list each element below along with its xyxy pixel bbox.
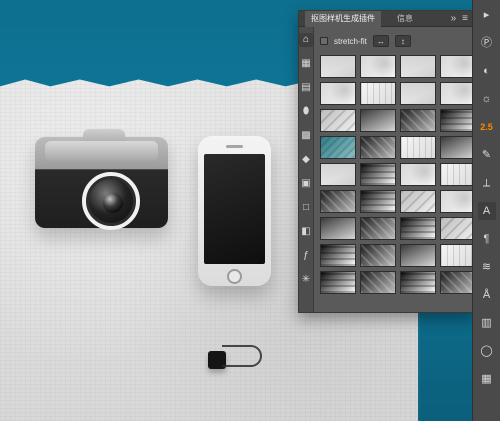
- thumbnail[interactable]: [440, 217, 472, 240]
- checker-icon[interactable]: ▩: [299, 129, 313, 143]
- pilcrow-icon[interactable]: ¶: [478, 230, 496, 248]
- app-window: 抠图样机生成插件 信息 » ≡ ⌂ ▦ ▤ ⬮ ▩ ◆ ▣ □ ◧ ƒ ✳ st…: [0, 0, 500, 421]
- thumbnail[interactable]: [400, 244, 436, 267]
- thumbnail[interactable]: [440, 136, 472, 159]
- collapse-icon[interactable]: »: [451, 13, 457, 24]
- right-toolbar: ▸ Ⓟ ◐ ☼ 2.5 ✎ ⟂ A ¶ ≋ Å ▥ ◯ ▦: [472, 0, 500, 421]
- thumbnail[interactable]: [360, 244, 396, 267]
- panel-toolbar: stretch-fit ↔ ↕: [320, 33, 472, 49]
- document-icon[interactable]: ▤: [299, 81, 313, 95]
- thumbnail[interactable]: [400, 82, 436, 105]
- thumbnail[interactable]: [440, 163, 472, 186]
- stretch-fit-checkbox[interactable]: [320, 37, 328, 45]
- thumbnail[interactable]: [320, 271, 356, 294]
- thumbnail[interactable]: [360, 136, 396, 159]
- thumbnail[interactable]: [400, 109, 436, 132]
- layer-comp-icon[interactable]: ▥: [478, 314, 496, 332]
- thumbnail[interactable]: [320, 190, 356, 213]
- cube-icon[interactable]: ◧: [299, 225, 313, 239]
- panel-content: stretch-fit ↔ ↕: [314, 27, 472, 312]
- camera-object: [35, 129, 168, 230]
- panel-inner: ⌂ ▦ ▤ ⬮ ▩ ◆ ▣ □ ◧ ƒ ✳ stretch-fit ↔ ↕: [299, 27, 472, 312]
- collapse-icon[interactable]: ▸: [478, 6, 496, 24]
- tab-plugin[interactable]: 抠图样机生成插件: [305, 10, 381, 27]
- thumbnail[interactable]: [320, 244, 356, 267]
- thumbnail[interactable]: [360, 82, 396, 105]
- swatches-icon[interactable]: ▦: [478, 370, 496, 388]
- thumbnail[interactable]: [320, 163, 356, 186]
- square-icon[interactable]: □: [299, 201, 313, 215]
- thumbnail[interactable]: [320, 55, 356, 78]
- sparkle-icon[interactable]: ✳: [299, 273, 313, 287]
- thumbnail[interactable]: [440, 109, 472, 132]
- panel-tab-controls: » ≡: [451, 13, 468, 24]
- brush-icon[interactable]: ✎: [478, 146, 496, 164]
- thumbnail[interactable]: [320, 217, 356, 240]
- thumbnail[interactable]: [440, 55, 472, 78]
- styles-icon[interactable]: ≋: [478, 258, 496, 276]
- text-icon[interactable]: A: [477, 202, 496, 220]
- thumbnail[interactable]: [360, 217, 396, 240]
- binder-clip-wire: [222, 345, 262, 367]
- paragraph-icon[interactable]: Ⓟ: [478, 34, 496, 52]
- thumbnail[interactable]: [440, 244, 472, 267]
- menu-icon[interactable]: ≡: [462, 13, 468, 24]
- grid-icon[interactable]: ▦: [299, 57, 313, 71]
- thumbnail[interactable]: [360, 163, 396, 186]
- thumbnail[interactable]: [400, 217, 436, 240]
- phone-home-button: [227, 269, 242, 284]
- path-icon[interactable]: ⟂: [478, 174, 496, 192]
- document-canvas[interactable]: 抠图样机生成插件 信息 » ≡ ⌂ ▦ ▤ ⬮ ▩ ◆ ▣ □ ◧ ƒ ✳ st…: [0, 0, 472, 421]
- thumbnail[interactable]: [440, 190, 472, 213]
- phone-screen: [204, 154, 265, 264]
- binder-clip-object: [208, 345, 264, 369]
- stretch-fit-label: stretch-fit: [334, 36, 367, 46]
- thumbnail[interactable]: [360, 271, 396, 294]
- drop-icon[interactable]: ⬮: [299, 105, 313, 119]
- adjust-icon[interactable]: ◐: [478, 62, 496, 80]
- thumbnail[interactable]: [320, 136, 356, 159]
- version-badge: 2.5: [480, 121, 493, 132]
- fit-height-icon[interactable]: ↕: [394, 35, 411, 47]
- mockup-thumbnail-grid: [320, 55, 472, 294]
- fit-width-icon[interactable]: ↔: [372, 35, 389, 47]
- blue-strip: [418, 305, 472, 421]
- thumbnail[interactable]: [360, 55, 396, 78]
- thumbnail[interactable]: [440, 82, 472, 105]
- tab-info[interactable]: 信息: [391, 11, 419, 27]
- thumbnail[interactable]: [360, 190, 396, 213]
- thumbnail[interactable]: [320, 82, 356, 105]
- mockup-plugin-panel[interactable]: 抠图样机生成插件 信息 » ≡ ⌂ ▦ ▤ ⬮ ▩ ◆ ▣ □ ◧ ƒ ✳ st…: [298, 10, 472, 313]
- phone-object: [198, 136, 271, 286]
- camera-lens: [82, 172, 140, 230]
- phone-speaker: [226, 145, 243, 148]
- thumbnail[interactable]: [360, 109, 396, 132]
- thumbnail[interactable]: [440, 271, 472, 294]
- panel-tabs: 抠图样机生成插件 信息 » ≡: [299, 10, 472, 27]
- thumbnail[interactable]: [400, 136, 436, 159]
- thumbnail[interactable]: [400, 163, 436, 186]
- layer-icon[interactable]: ▣: [299, 177, 313, 191]
- home-icon[interactable]: ⌂: [299, 33, 313, 47]
- thumbnail[interactable]: [400, 55, 436, 78]
- panel-left-rail: ⌂ ▦ ▤ ⬮ ▩ ◆ ▣ □ ◧ ƒ ✳: [299, 27, 314, 312]
- camera-top-plate: [45, 141, 158, 161]
- thumbnail[interactable]: [320, 109, 356, 132]
- sun-icon[interactable]: ☼: [478, 90, 496, 108]
- fx-icon[interactable]: ƒ: [299, 249, 313, 263]
- shape-icon[interactable]: ◆: [299, 153, 313, 167]
- thumbnail[interactable]: [400, 190, 436, 213]
- glyph-icon[interactable]: Å: [478, 286, 496, 304]
- thumbnail[interactable]: [400, 271, 436, 294]
- circle-icon[interactable]: ◯: [478, 342, 496, 360]
